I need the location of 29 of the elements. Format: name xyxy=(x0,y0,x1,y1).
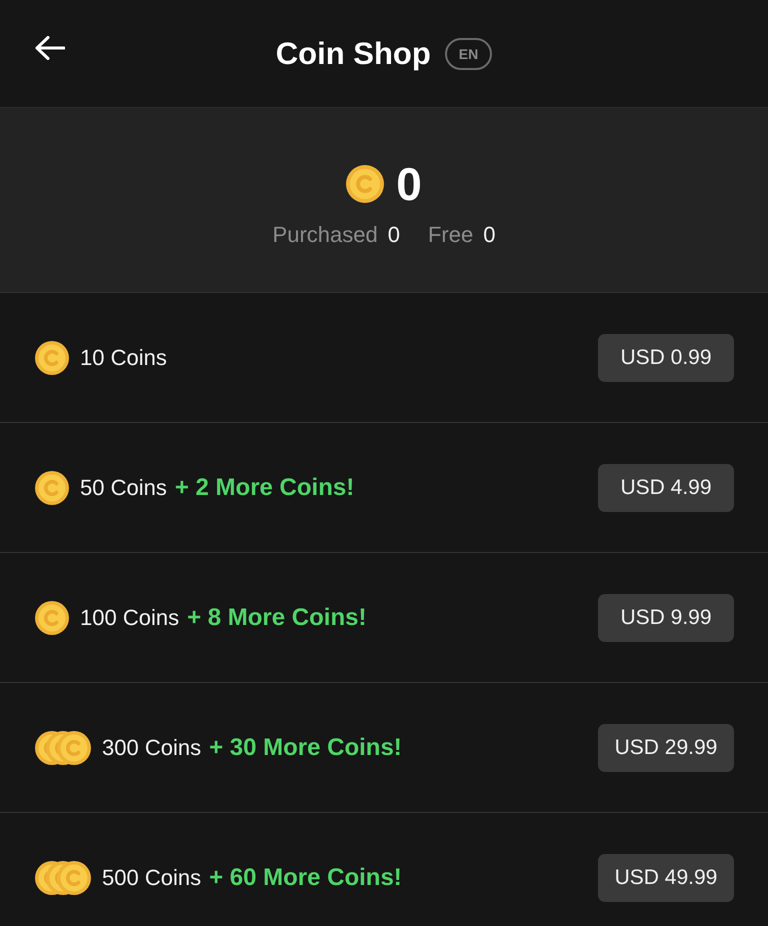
price-button[interactable]: USD 4.99 xyxy=(598,464,734,512)
back-button[interactable] xyxy=(35,36,65,60)
coin-stack-icon xyxy=(35,860,91,894)
language-badge[interactable]: EN xyxy=(444,38,492,70)
free-count: 0 xyxy=(483,222,496,248)
coin-amount: 10 Coins xyxy=(80,344,167,370)
bonus-text: + 30 More Coins! xyxy=(209,734,402,762)
bonus-text: + 2 More Coins! xyxy=(174,474,354,502)
price-button[interactable]: USD 0.99 xyxy=(598,334,734,382)
coin-amount: 50 Coins xyxy=(80,474,167,500)
coin-amount: 300 Coins xyxy=(102,734,202,760)
coin-balance: 0 xyxy=(396,160,422,208)
purchased-label: Purchased xyxy=(272,222,378,248)
price-button[interactable]: USD 29.99 xyxy=(598,724,734,772)
page-title: Coin Shop xyxy=(276,36,431,72)
price-button[interactable]: USD 9.99 xyxy=(598,594,734,642)
coin-icon xyxy=(346,165,384,203)
coin-stack-icon xyxy=(35,730,91,764)
bonus-text: + 60 More Coins! xyxy=(209,864,402,892)
coin-icon xyxy=(35,340,69,374)
purchased-count: 0 xyxy=(388,222,400,248)
coin-amount: 100 Coins xyxy=(80,604,180,630)
free-label: Free xyxy=(428,222,474,248)
coin-amount: 500 Coins xyxy=(102,864,202,890)
coin-icon xyxy=(35,470,69,504)
coin-icon xyxy=(35,600,69,634)
price-button[interactable]: USD 49.99 xyxy=(598,854,734,902)
back-arrow-icon xyxy=(35,36,65,60)
bonus-text: + 8 More Coins! xyxy=(187,604,366,632)
